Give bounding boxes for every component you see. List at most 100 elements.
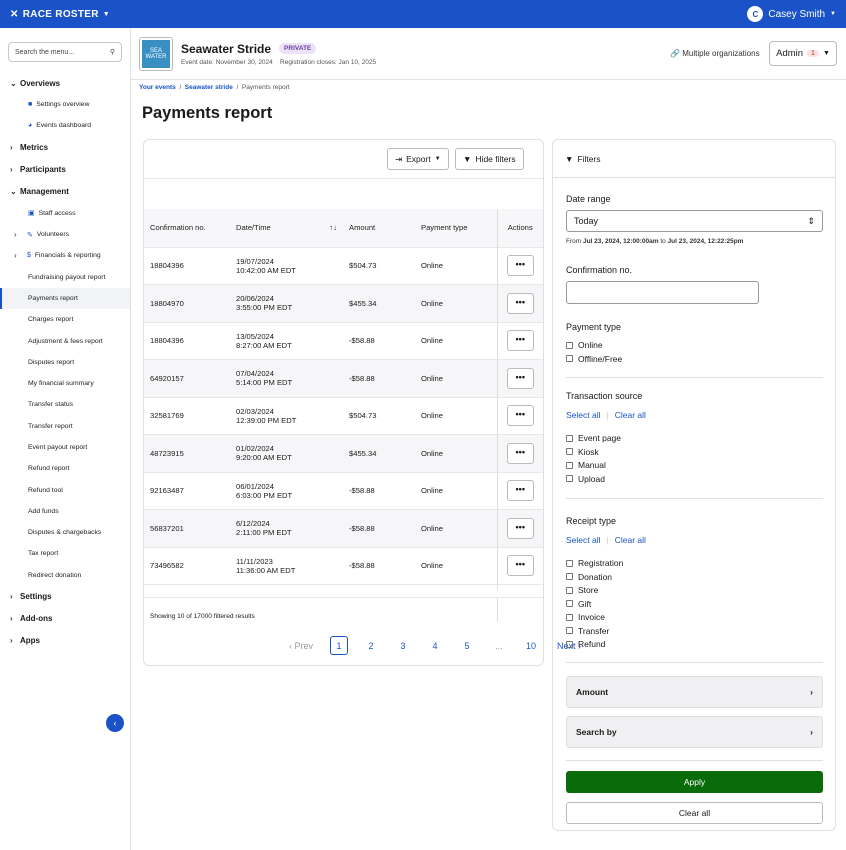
sidebar-section-overviews[interactable]: ⌄ Overviews [0,72,130,94]
hide-filters-button[interactable]: ▼ Hide filters [455,148,524,170]
sidebar-item-financial[interactable]: Transfer report [0,416,130,437]
checkbox[interactable] [566,586,573,594]
col-confirmation[interactable]: Confirmation no. [144,209,230,247]
export-button[interactable]: ⇥ Export ▼ [387,148,449,170]
row-actions-button[interactable]: ••• [506,442,534,464]
page-button[interactable]: 5 [458,636,476,655]
sidebar-item-financial[interactable]: Add funds [0,501,130,522]
row-actions-button[interactable]: ••• [506,517,534,539]
col-datetime[interactable]: Date/Time ↑↓ [230,209,343,247]
sidebar-item-financial[interactable]: Fundraising payout report [0,266,130,287]
sidebar-item-financial[interactable]: Disputes report [0,352,130,373]
sidebar-section-settings[interactable]: › Settings [0,586,130,608]
checkbox[interactable] [566,434,573,442]
sidebar-item-financial[interactable]: My financial summary [0,373,130,394]
page-button[interactable]: 4 [426,636,444,655]
checkbox[interactable] [566,475,573,482]
row-actions-button[interactable]: ••• [506,555,534,577]
page-button[interactable]: 1 [330,636,348,655]
receipt-type-option[interactable]: Transfer [566,626,609,636]
checkbox[interactable] [566,573,573,580]
sort-icon[interactable]: ↑↓ [329,223,337,232]
checkbox[interactable] [566,559,573,567]
search-by-accordion[interactable]: Search by › [566,716,823,748]
table-row: 18804396 19/07/2024 10:42:00 AM EDT $504.73… [144,246,543,285]
tx-source-option[interactable]: Event page [566,433,621,443]
row-actions-button[interactable]: ••• [506,292,534,314]
brand-name: RACE ROSTER [22,8,99,20]
checkbox[interactable] [566,461,573,469]
row-actions-button[interactable]: ••• [506,367,534,389]
sidebar-item-financial[interactable]: Disputes & chargebacks [0,522,130,543]
payment-type-option[interactable]: Offline/Free [566,354,622,364]
sidebar-item-financial[interactable]: Tax report [0,543,130,564]
sidebar-item-financial[interactable]: Redirect donation [0,565,130,586]
row-actions-button[interactable]: ••• [506,480,534,502]
breadcrumb-event[interactable]: Seawater stride [185,84,233,91]
col-payment-type[interactable]: Payment type [415,209,497,247]
collapse-sidebar-button[interactable]: ‹ [106,714,124,732]
apply-button[interactable]: Apply [566,771,823,793]
cell-confirmation: 64920157 [144,359,230,397]
select-all-link[interactable]: Select all [566,410,601,420]
receipt-type-option[interactable]: Gift [566,599,591,609]
search-placeholder: Search the menu... [15,48,75,56]
receipt-type-option[interactable]: Invoice [566,612,605,622]
admin-dropdown[interactable]: Admin 1 ▼ [769,41,837,66]
sidebar-item-financial[interactable]: Adjustment & fees report [0,330,130,351]
tx-source-option[interactable]: Manual [566,460,606,470]
col-amount[interactable]: Amount [343,209,415,247]
tx-source-option[interactable]: Upload [566,474,605,484]
link-icon: 🔗 [670,49,680,58]
checkbox[interactable] [566,341,573,349]
clear-all-link[interactable]: Clear all [615,535,646,545]
amount-accordion[interactable]: Amount › [566,676,823,708]
prev-page-button[interactable]: ‹ Prev [286,636,316,655]
payment-type-option[interactable]: Online [566,340,603,350]
sidebar-section-management[interactable]: ⌄ Management [0,181,130,203]
sidebar-item-staff-access[interactable]: ▣ Staff access [0,203,130,224]
select-all-link[interactable]: Select all [566,535,601,545]
receipt-type-option[interactable]: Store [566,585,598,595]
row-actions-button[interactable]: ••• [506,405,534,427]
sidebar-section-metrics[interactable]: › Metrics [0,137,130,159]
date-range-select[interactable]: Today ⇕ [566,210,823,232]
page-button[interactable]: 2 [362,636,380,655]
breadcrumb-your-events[interactable]: Your events [139,84,176,91]
sidebar-section-participants[interactable]: › Participants [0,159,130,181]
sidebar-item-financial[interactable]: Event payout report [0,437,130,458]
sidebar-item-settings-overview[interactable]: ■ Settings overview [0,94,130,115]
checkbox[interactable] [566,600,573,607]
sidebar-item-financials[interactable]: › $ Financials & reporting [0,245,130,266]
checkbox[interactable] [566,627,573,634]
checkbox[interactable] [566,448,573,455]
sidebar-item-financial[interactable]: Payments report [0,287,130,310]
sidebar-search-input[interactable]: Search the menu... ⚲ [8,42,122,62]
clear-all-button[interactable]: Clear all [566,802,823,824]
sidebar-item-financial[interactable]: Refund report [0,458,130,479]
multiple-organizations-link[interactable]: 🔗 Multiple organizations [670,49,760,58]
receipt-type-option[interactable]: Registration [566,558,623,568]
receipt-type-option[interactable]: Refund [566,639,605,649]
clear-all-link[interactable]: Clear all [615,410,646,420]
sidebar-item-financial[interactable]: Charges report [0,309,130,330]
receipt-type-option[interactable]: Donation [566,572,612,582]
sidebar-item-financial[interactable]: Refund tool [0,479,130,500]
checkbox[interactable] [566,355,573,362]
row-actions-button[interactable]: ••• [506,330,534,352]
page-button[interactable]: 3 [394,636,412,655]
checkbox-label: Online [578,340,603,350]
page-button[interactable]: 10 [522,636,540,655]
user-menu[interactable]: C Casey Smith ▼ [747,6,836,22]
brand-menu[interactable]: ✕ RACE ROSTER ▼ [10,9,110,20]
checkbox[interactable] [566,640,573,648]
sidebar-section-addons[interactable]: › Add-ons [0,608,130,630]
sidebar-item-financial[interactable]: Transfer status [0,394,130,415]
checkbox[interactable] [566,613,573,621]
confirmation-input[interactable] [566,281,759,304]
sidebar-item-events-dashboard[interactable]: ◕ Events dashboard [0,115,130,136]
sidebar-section-apps[interactable]: › Apps [0,630,130,652]
tx-source-option[interactable]: Kiosk [566,447,599,457]
row-actions-button[interactable]: ••• [506,255,534,277]
sidebar-item-volunteers[interactable]: › ✎ Volunteers [0,224,130,245]
